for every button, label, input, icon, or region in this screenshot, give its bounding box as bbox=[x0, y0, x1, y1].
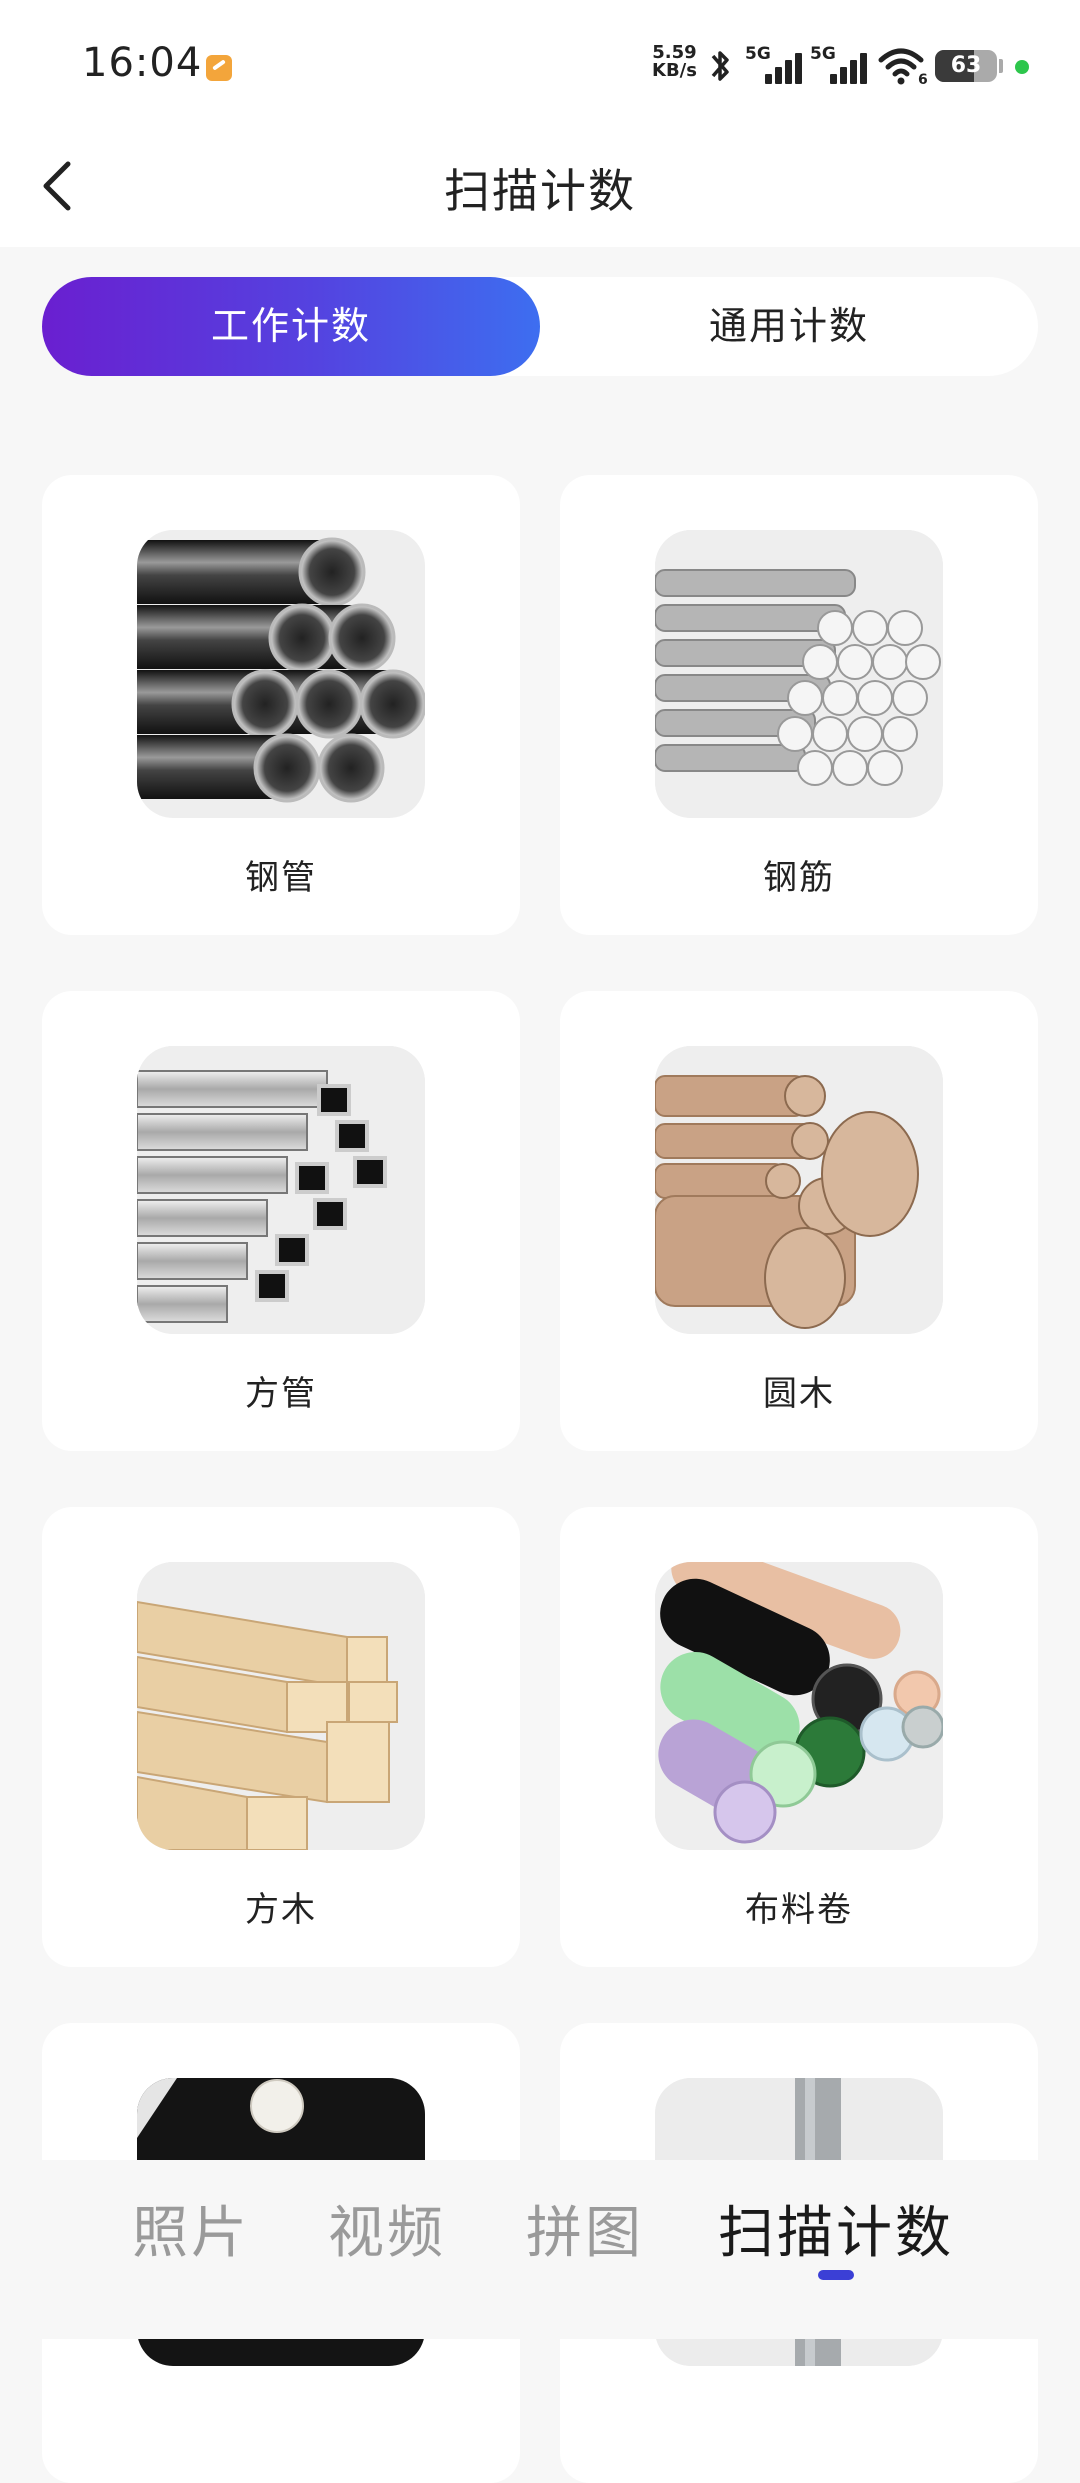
category-label: 钢管 bbox=[245, 858, 317, 898]
category-grid: 钢管 钢筋 方管 圆木 方木 布料卷 bbox=[0, 0, 1080, 2483]
category-label: 圆木 bbox=[763, 1374, 835, 1414]
fabric-roll-image bbox=[655, 1562, 943, 1850]
nav-tab-collage[interactable]: 拼图 bbox=[526, 2188, 644, 2269]
nav-tab-scan-count[interactable]: 扫描计数 bbox=[718, 2188, 954, 2269]
category-card-round-wood[interactable]: 圆木 bbox=[560, 991, 1038, 1451]
bottom-navigation: 照片 视频 拼图 扫描计数 bbox=[0, 2160, 1080, 2339]
round-wood-image bbox=[655, 1046, 943, 1334]
category-card-square-tube[interactable]: 方管 bbox=[42, 991, 520, 1451]
square-wood-image bbox=[137, 1562, 425, 1850]
nav-tab-photos[interactable]: 照片 bbox=[132, 2188, 250, 2269]
nav-active-indicator bbox=[818, 2270, 854, 2280]
steel-pipe-image bbox=[137, 530, 425, 818]
category-card-square-wood[interactable]: 方木 bbox=[42, 1507, 520, 1967]
category-label: 钢筋 bbox=[763, 858, 835, 898]
category-label: 方管 bbox=[245, 1374, 317, 1414]
category-label: 布料卷 bbox=[745, 1890, 853, 1930]
category-card-rebar[interactable]: 钢筋 bbox=[560, 475, 1038, 935]
category-card-steel-pipe[interactable]: 钢管 bbox=[42, 475, 520, 935]
rebar-image bbox=[655, 530, 943, 818]
category-label: 方木 bbox=[245, 1890, 317, 1930]
category-card-fabric-roll[interactable]: 布料卷 bbox=[560, 1507, 1038, 1967]
nav-tab-videos[interactable]: 视频 bbox=[328, 2188, 446, 2269]
square-tube-image bbox=[137, 1046, 425, 1334]
